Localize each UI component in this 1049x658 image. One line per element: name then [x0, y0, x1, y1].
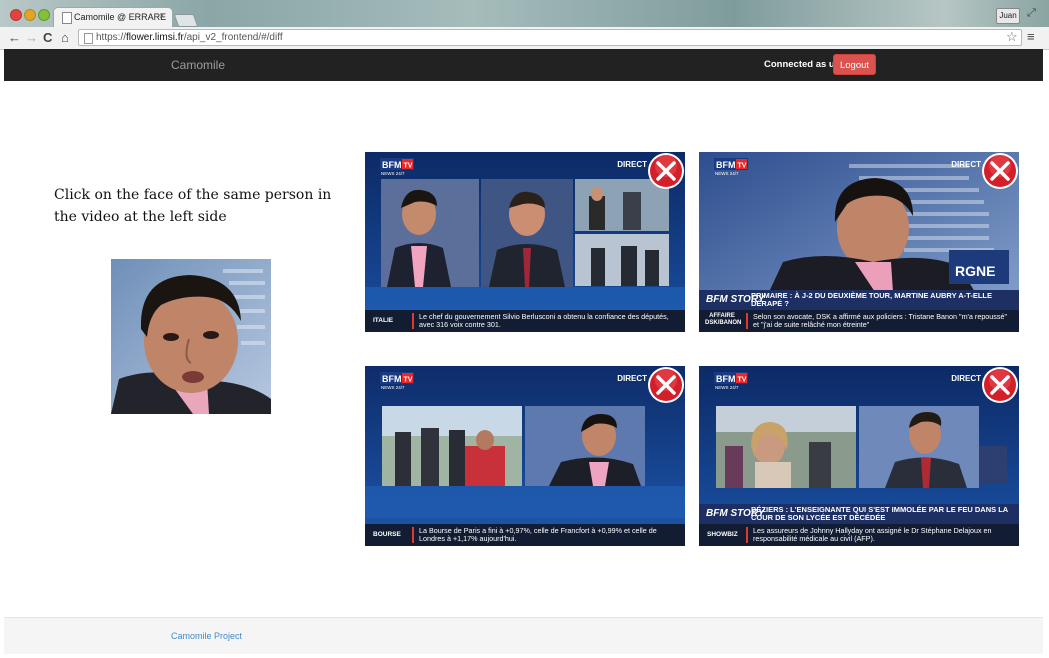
ticker-text: Les assureurs de Johnny Hallyday ont ass… — [753, 526, 992, 544]
home-icon[interactable]: ⌂ — [61, 29, 69, 47]
svg-text:TV: TV — [404, 377, 413, 384]
connected-user-label: Connected as u1 — [764, 59, 841, 70]
ticker-separator — [746, 313, 748, 329]
bfmtv-logo: BFM TV NEWS 24/7 — [380, 372, 414, 390]
page-favicon-icon — [62, 12, 72, 24]
ticker-text: Selon son avocate, DSK a affirmé aux pol… — [753, 312, 1008, 330]
address-bar[interactable]: https://flower.limsi.fr/api_v2_frontend/… — [78, 29, 1022, 46]
news-ticker: SHOWBIZ Les assureurs de Johnny Hallyday… — [699, 524, 1019, 546]
page-footer: Camomile Project — [4, 617, 1043, 654]
live-tag: DIRECT — [617, 374, 647, 383]
svg-text:TV: TV — [404, 163, 413, 170]
candidate-frame-4[interactable]: BFM TV NEWS 24/7 DIRECT BÉZIERS : L'ENSEIG… — [699, 366, 1019, 546]
tab-title: Camomile @ ERRARE — [74, 12, 167, 22]
bookmark-star-icon[interactable]: ☆ — [1006, 29, 1018, 45]
ticker-separator — [412, 527, 414, 543]
close-window-button[interactable] — [10, 9, 22, 21]
svg-text:NEWS 24/7: NEWS 24/7 — [715, 171, 739, 176]
candidate-frame-3[interactable]: BFM TV NEWS 24/7 DIRECT BOURSE La Bourse d… — [365, 366, 685, 546]
ticker-separator — [412, 313, 414, 329]
candidate-frame-2[interactable]: RGNE BFM TV NEWS 24/7 DIRECT PRIMAIRE : À … — [699, 152, 1019, 332]
browser-menu-icon[interactable]: ≡ — [1027, 29, 1035, 44]
browser-tab[interactable]: Camomile @ ERRARE × — [53, 7, 173, 27]
svg-text:BFM: BFM — [382, 160, 402, 170]
new-tab-button[interactable] — [173, 14, 199, 27]
url-text: https://flower.limsi.fr/api_v2_frontend/… — [96, 32, 283, 43]
logout-button[interactable]: Logout — [833, 54, 876, 75]
svg-text:NEWS 24/7: NEWS 24/7 — [715, 385, 739, 390]
ticker-category: ITALIE — [373, 317, 394, 324]
svg-text:NEWS 24/7: NEWS 24/7 — [381, 385, 405, 390]
candidate-frame-1[interactable]: BFM TV NEWS 24/7 DIRECT ITALIE Le chef du … — [365, 152, 685, 332]
back-arrow-icon[interactable]: ← — [8, 29, 21, 47]
instruction-text: Click on the face of the same person in … — [54, 187, 332, 225]
svg-text:TV: TV — [738, 163, 747, 170]
headline-text: BÉZIERS : L'ENSEIGNANTE QUI S'EST IMMOLÉ… — [751, 505, 1008, 523]
tab-close-icon[interactable]: × — [159, 11, 165, 22]
reload-icon[interactable]: C — [43, 29, 52, 47]
news-ticker: BOURSE La Bourse de Paris a fini à +0,97… — [365, 524, 685, 546]
svg-text:BFM: BFM — [382, 374, 402, 384]
bfmtv-logo: BFM TV NEWS 24/7 — [380, 158, 414, 176]
reject-close-icon[interactable] — [647, 152, 685, 190]
svg-text:RGNE: RGNE — [955, 263, 995, 279]
live-tag: DIRECT — [951, 160, 981, 169]
query-face-image — [111, 259, 271, 414]
page-icon — [84, 33, 93, 44]
story-label: BFM STORY — [706, 294, 765, 305]
profile-badge[interactable]: Juan — [996, 8, 1020, 24]
svg-text:TV: TV — [738, 377, 747, 384]
live-tag: DIRECT — [951, 374, 981, 383]
bfmtv-logo: BFM TV NEWS 24/7 — [714, 158, 748, 176]
live-tag: DIRECT — [617, 160, 647, 169]
ticker-text: Le chef du gouvernement Silvio Berluscon… — [419, 312, 669, 330]
brand-link[interactable]: Camomile — [171, 58, 225, 72]
ticker-category: BOURSE — [373, 531, 401, 538]
forward-arrow-icon[interactable]: → — [25, 29, 38, 47]
news-ticker: ITALIE Le chef du gouvernement Silvio Be… — [365, 310, 685, 332]
zoom-window-button[interactable] — [38, 9, 50, 21]
minimize-window-button[interactable] — [24, 9, 36, 21]
reject-close-icon[interactable] — [981, 366, 1019, 404]
fullscreen-icon[interactable]: ⤢ — [1027, 7, 1036, 20]
camomile-project-link[interactable]: Camomile Project — [171, 631, 242, 641]
ticker-category: AFFAIRE DSK/BANON — [705, 313, 742, 326]
headline-text: PRIMAIRE : À J-2 DU DEUXIÈME TOUR, MARTI… — [751, 291, 992, 309]
svg-text:BFM: BFM — [716, 374, 736, 384]
story-label: BFM STORY — [706, 508, 765, 519]
ticker-category: SHOWBIZ — [707, 531, 738, 538]
svg-text:NEWS 24/7: NEWS 24/7 — [381, 171, 405, 176]
ticker-separator — [746, 527, 748, 543]
browser-toolbar: ← → C ⌂ https://flower.limsi.fr/api_v2_f… — [0, 27, 1049, 50]
reject-close-icon[interactable] — [647, 366, 685, 404]
news-ticker: AFFAIRE DSK/BANON Selon son avocate, DSK… — [699, 310, 1019, 332]
app-navbar: Camomile Connected as u1 Logout — [4, 49, 1043, 81]
ticker-text: La Bourse de Paris a fini à +0,97%, cell… — [419, 526, 657, 544]
browser-titlebar: Camomile @ ERRARE × Juan ⤢ — [0, 0, 1049, 27]
reject-close-icon[interactable] — [981, 152, 1019, 190]
svg-text:BFM: BFM — [716, 160, 736, 170]
bfmtv-logo: BFM TV NEWS 24/7 — [714, 372, 748, 390]
